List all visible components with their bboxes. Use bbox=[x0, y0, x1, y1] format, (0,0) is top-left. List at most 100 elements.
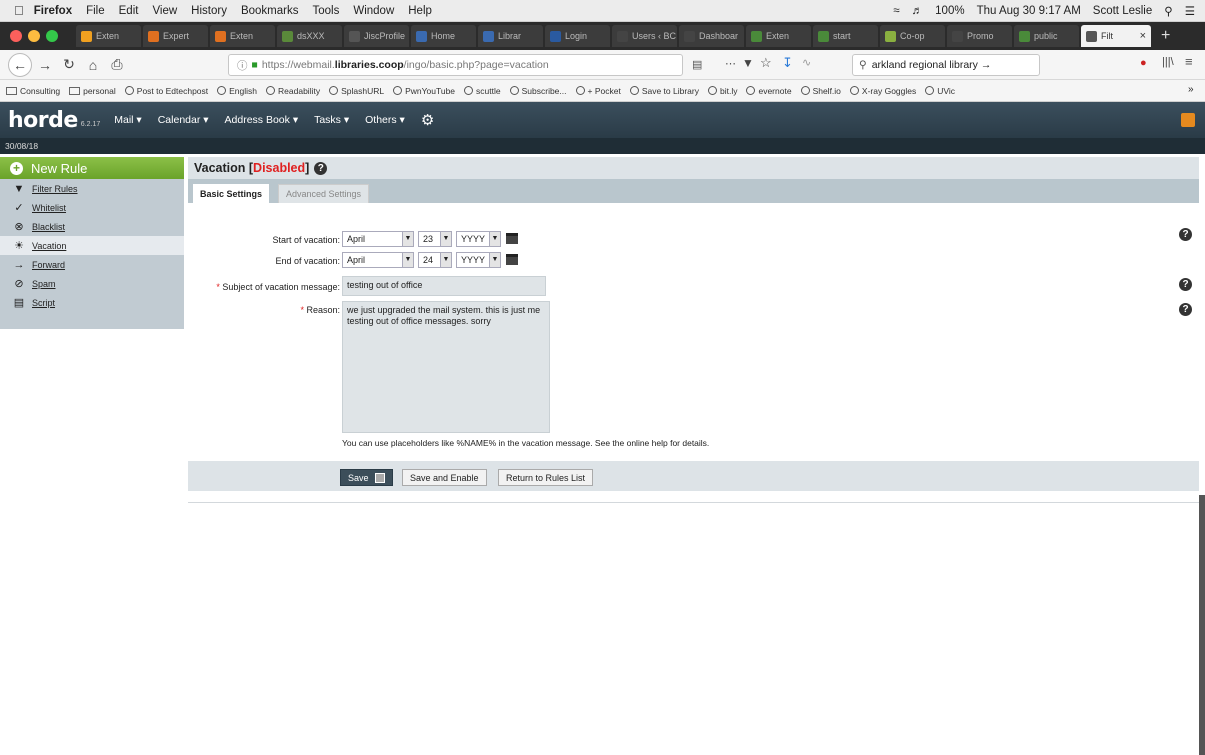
return-to-rules-button[interactable]: Return to Rules List bbox=[498, 469, 594, 486]
menu-others[interactable]: Others ▾ bbox=[365, 114, 405, 126]
help-icon[interactable]: ? bbox=[1179, 303, 1192, 316]
download-icon[interactable]: ↧ bbox=[782, 55, 793, 71]
menu-bookmarks[interactable]: Bookmarks bbox=[241, 5, 299, 17]
browser-tab[interactable]: Filt × bbox=[1081, 25, 1151, 47]
browser-tab[interactable]: Dashboar bbox=[679, 25, 744, 47]
sidebar-toggle-icon[interactable]: ≡ bbox=[1185, 54, 1193, 69]
menu-mail[interactable]: Mail ▾ bbox=[114, 114, 141, 126]
menu-tasks[interactable]: Tasks ▾ bbox=[314, 114, 349, 126]
help-icon[interactable]: ? bbox=[314, 161, 328, 175]
browser-tab[interactable]: Co-op bbox=[880, 25, 945, 47]
menu-help[interactable]: Help bbox=[408, 5, 432, 17]
menu-window[interactable]: Window bbox=[353, 5, 394, 17]
bookmark-item[interactable]: Shelf.io bbox=[800, 86, 841, 96]
menu-address-book[interactable]: Address Book ▾ bbox=[225, 114, 299, 126]
help-icon[interactable]: ? bbox=[1179, 278, 1192, 291]
browser-tab[interactable]: Librar bbox=[478, 25, 543, 47]
end-month-select[interactable]: April ▼ bbox=[342, 252, 414, 268]
spotlight-icon[interactable]: ⚲ bbox=[1164, 4, 1172, 18]
notification-icon[interactable]: ☰ bbox=[1185, 4, 1195, 18]
sidebar-item-spam[interactable]: ⊘ Spam bbox=[0, 274, 184, 293]
menu-history[interactable]: History bbox=[191, 5, 227, 17]
calendar-icon[interactable] bbox=[506, 254, 518, 265]
menu-view[interactable]: View bbox=[152, 5, 177, 17]
new-rule-button[interactable]: + New Rule bbox=[0, 157, 184, 179]
info-icon[interactable]: ⓘ bbox=[237, 58, 248, 73]
tab-basic-settings[interactable]: Basic Settings bbox=[193, 184, 270, 203]
save-button[interactable]: Save bbox=[340, 469, 393, 486]
browser-tab[interactable]: Exten bbox=[746, 25, 811, 47]
horde-logo[interactable]: horde bbox=[8, 108, 78, 133]
bookmark-item[interactable]: Consulting bbox=[6, 86, 60, 96]
bookmark-item[interactable]: Post to Edtechpost bbox=[124, 86, 208, 96]
sidebar-item-forward[interactable]: → Forward bbox=[0, 255, 184, 274]
browser-tab[interactable]: dsXXX bbox=[277, 25, 342, 47]
zoom-window-icon[interactable] bbox=[46, 30, 58, 42]
sidebar-item-whitelist[interactable]: ✓ Whitelist bbox=[0, 198, 184, 217]
apple-icon[interactable]:  bbox=[14, 3, 24, 18]
sidebar-item-script[interactable]: ▤ Script bbox=[0, 293, 184, 312]
reader-view-icon[interactable]: ▤ bbox=[692, 58, 702, 71]
reload-icon[interactable]: ↻ bbox=[58, 54, 80, 76]
menu-calendar[interactable]: Calendar ▾ bbox=[158, 114, 209, 126]
bookmark-item[interactable]: PwnYouTube bbox=[393, 86, 455, 96]
close-window-icon[interactable] bbox=[10, 30, 22, 42]
close-tab-icon[interactable]: × bbox=[1140, 30, 1146, 42]
bookmark-item[interactable]: SplashURL bbox=[329, 86, 384, 96]
menu-file[interactable]: File bbox=[86, 5, 105, 17]
bookmark-star-icon[interactable]: ☆ bbox=[760, 55, 772, 71]
end-year-select[interactable]: YYYY ▼ bbox=[456, 252, 501, 268]
back-icon[interactable]: ← bbox=[8, 52, 32, 77]
bookmark-item[interactable]: evernote bbox=[746, 86, 792, 96]
user-name[interactable]: Scott Leslie bbox=[1093, 5, 1152, 17]
calendar-icon[interactable] bbox=[506, 233, 518, 244]
browser-tab[interactable]: public bbox=[1014, 25, 1079, 47]
battery-percent[interactable]: 100% bbox=[935, 5, 964, 17]
reason-textarea[interactable]: we just upgraded the mail system. this i… bbox=[342, 301, 550, 433]
save-and-enable-button[interactable]: Save and Enable bbox=[402, 469, 487, 486]
subject-field[interactable]: testing out of office bbox=[342, 276, 546, 296]
browser-tab[interactable]: Promo bbox=[947, 25, 1012, 47]
rss-icon[interactable]: ∿ bbox=[802, 56, 811, 69]
pocket-icon[interactable]: ▼ bbox=[742, 56, 754, 70]
sidebar-item-blacklist[interactable]: ⊗ Blacklist bbox=[0, 217, 184, 236]
bookmark-item[interactable]: + Pocket bbox=[575, 86, 621, 96]
bookmark-item[interactable]: Readability bbox=[266, 86, 320, 96]
url-bar[interactable]: ⓘ ■ https://webmail. libraries.coop/ingo/… bbox=[228, 54, 683, 76]
end-day-select[interactable]: 24 ▼ bbox=[418, 252, 452, 268]
minimize-window-icon[interactable] bbox=[28, 30, 40, 42]
bookmark-item[interactable]: scuttle bbox=[464, 86, 501, 96]
browser-tab[interactable]: Exten bbox=[76, 25, 141, 47]
bookmark-item[interactable]: UVic bbox=[925, 86, 955, 96]
browser-tab[interactable]: Expert bbox=[143, 25, 208, 47]
browser-tab[interactable]: Users ‹ BC bbox=[612, 25, 677, 47]
menu-tools[interactable]: Tools bbox=[312, 5, 339, 17]
bookmark-item[interactable]: bit.ly bbox=[707, 86, 737, 96]
sidebar-item-vacation[interactable]: ☀ Vacation bbox=[0, 236, 184, 255]
more-actions-icon[interactable]: ⋯ bbox=[725, 57, 736, 70]
bookmark-item[interactable]: personal bbox=[69, 86, 116, 96]
bookmark-item[interactable]: X-ray Goggles bbox=[849, 86, 916, 96]
print-icon[interactable]: ⎙ bbox=[106, 54, 128, 76]
sidebar-item-filter-rules[interactable]: ▼ Filter Rules bbox=[0, 179, 184, 198]
logout-icon[interactable] bbox=[1181, 113, 1195, 127]
start-day-select[interactable]: 23 ▼ bbox=[418, 231, 452, 247]
start-year-select[interactable]: YYYY ▼ bbox=[456, 231, 501, 247]
new-tab-icon[interactable]: + bbox=[1161, 27, 1170, 45]
volume-icon[interactable]: ♬ bbox=[912, 5, 924, 17]
bookmark-item[interactable]: Save to Library bbox=[629, 86, 699, 96]
menu-edit[interactable]: Edit bbox=[119, 5, 139, 17]
bookmark-item[interactable]: Subscribe... bbox=[509, 86, 567, 96]
help-icon[interactable]: ? bbox=[1179, 228, 1192, 241]
bookmarks-overflow-icon[interactable]: » bbox=[1188, 84, 1194, 95]
ublock-icon[interactable]: ● bbox=[1140, 57, 1147, 69]
browser-tab[interactable]: Exten bbox=[210, 25, 275, 47]
wifi-icon[interactable]: ≈ bbox=[893, 5, 899, 17]
browser-tab[interactable]: start bbox=[813, 25, 878, 47]
browser-tab[interactable]: Login bbox=[545, 25, 610, 47]
app-name[interactable]: Firefox bbox=[34, 5, 72, 17]
tab-advanced-settings[interactable]: Advanced Settings bbox=[278, 184, 370, 203]
home-icon[interactable]: ⌂ bbox=[82, 54, 104, 76]
clock[interactable]: Thu Aug 30 9:17 AM bbox=[977, 5, 1081, 17]
forward-icon[interactable]: → bbox=[34, 54, 56, 76]
